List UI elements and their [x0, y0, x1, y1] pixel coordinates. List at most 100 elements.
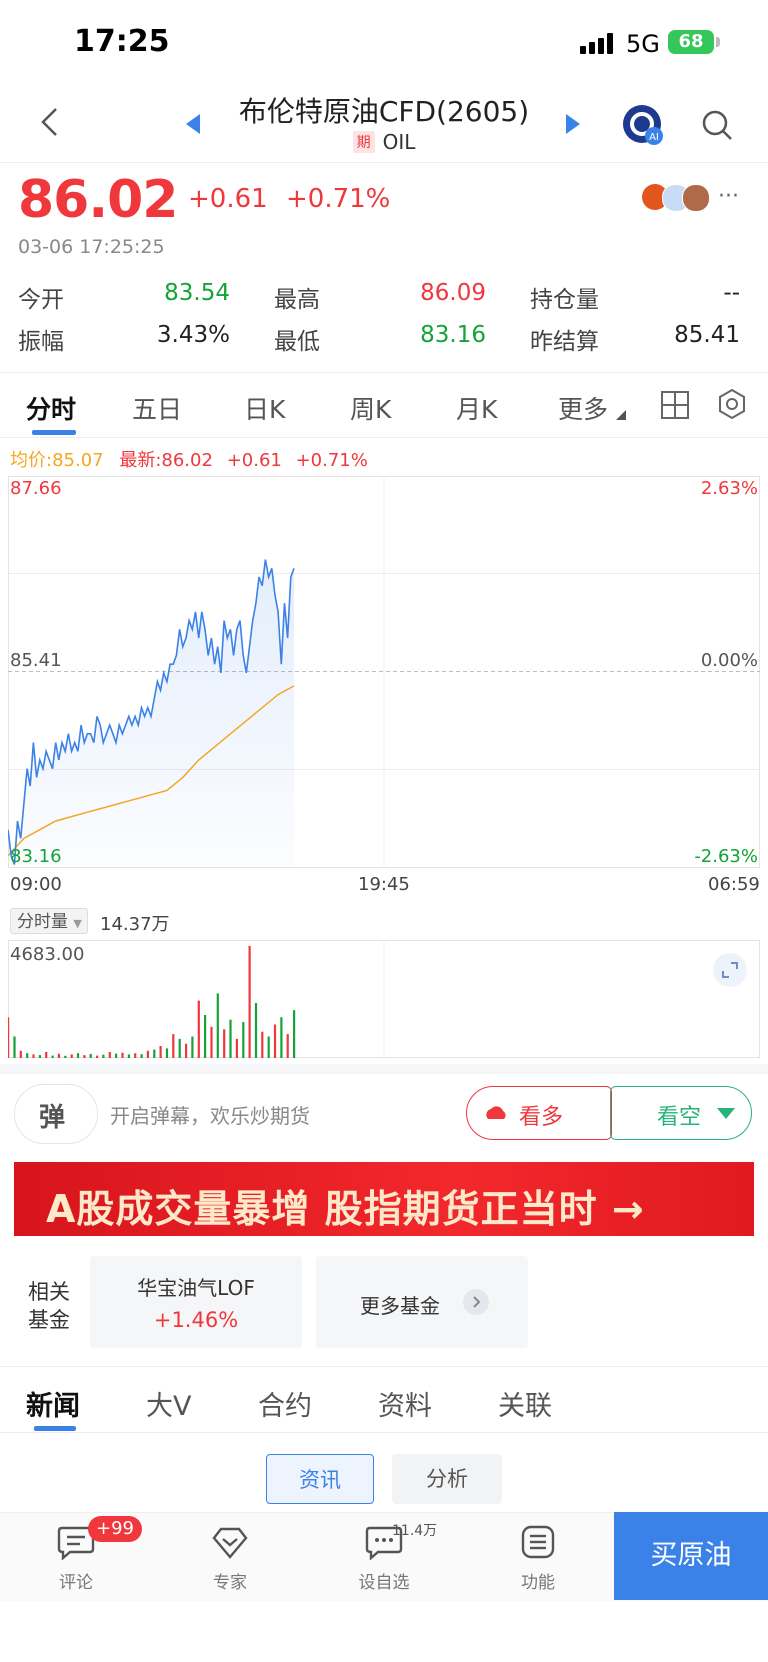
function-button[interactable]: 功能: [488, 1524, 588, 1593]
tab-monthly-k[interactable]: 月K: [456, 390, 497, 426]
bearish-button[interactable]: 看空: [610, 1086, 752, 1140]
volume-bar: [286, 1034, 289, 1058]
tab-related[interactable]: 关联: [498, 1384, 552, 1423]
bearish-label: 看空: [657, 1105, 702, 1130]
volume-bar: [83, 1055, 86, 1058]
volume-max-label: 4683.00: [10, 944, 84, 965]
caret-down-icon: [616, 410, 626, 420]
caret-down-icon: ▼: [73, 917, 82, 930]
volume-bar: [210, 1026, 213, 1058]
tab-more[interactable]: 更多: [558, 390, 608, 426]
volume-bar: [159, 1046, 162, 1058]
y-tick-left-mid: 85.41: [10, 650, 62, 671]
expert-icon: [212, 1527, 248, 1559]
next-contract-icon[interactable]: [564, 114, 580, 134]
svg-text:AI: AI: [649, 132, 659, 143]
tab-big-v[interactable]: 大V: [146, 1384, 191, 1423]
buy-crude-button[interactable]: 买原油: [614, 1512, 768, 1600]
heart-down-icon: [717, 1108, 735, 1119]
tab-contract[interactable]: 合约: [258, 1384, 312, 1423]
more-funds-card[interactable]: 更多基金: [316, 1256, 528, 1348]
layout-grid-icon[interactable]: [660, 390, 690, 420]
comment-count-badge: +99: [88, 1516, 142, 1542]
stat-value-low: 83.16: [420, 322, 486, 348]
ai-assistant-icon[interactable]: AI: [622, 104, 666, 146]
bullish-button[interactable]: 看多: [466, 1086, 612, 1140]
expert-button[interactable]: 专家: [180, 1524, 280, 1593]
tab-active-indicator: [32, 430, 76, 435]
volume-bar: [172, 1034, 175, 1058]
volume-bar: [51, 1055, 54, 1058]
volume-bar: [115, 1053, 118, 1058]
settings-icon[interactable]: [716, 388, 748, 420]
volume-bar: [146, 1050, 149, 1058]
y-tick-left-top: 87.66: [10, 478, 62, 499]
contract-code: OIL: [382, 130, 416, 154]
y-tick-right-top: 2.63%: [701, 478, 758, 499]
danmu-toggle[interactable]: 弹: [14, 1084, 98, 1144]
related-funds-label: 相关基金: [28, 1280, 70, 1332]
stat-label-open-interest: 持仓量: [530, 287, 599, 313]
subtab-analysis[interactable]: 分析: [392, 1454, 502, 1504]
x-tick-start: 09:00: [10, 874, 62, 895]
stat-value-open: 83.54: [164, 280, 230, 306]
tab-profile[interactable]: 资料: [378, 1384, 432, 1423]
y-tick-left-bottom: 83.16: [10, 846, 62, 867]
tab-daily-k[interactable]: 日K: [244, 390, 285, 426]
x-tick-mid: 19:45: [358, 874, 410, 895]
volume-bar: [293, 1010, 296, 1058]
cloud-up-icon: [486, 1106, 506, 1119]
tab-intraday[interactable]: 分时: [26, 390, 76, 426]
volume-bar: [121, 1052, 124, 1058]
futures-badge: 期: [352, 131, 375, 153]
network-type: 5G: [626, 30, 660, 58]
volume-bar: [8, 1017, 10, 1058]
volume-selector[interactable]: 分时量 ▼: [10, 908, 88, 934]
status-time: 17:25: [74, 24, 170, 59]
quote-time: 03-06 17:25:25: [18, 236, 165, 258]
divider: [0, 1366, 768, 1367]
section-divider: [0, 1064, 768, 1074]
volume-bar: [76, 1053, 80, 1058]
volume-bar: [267, 1036, 270, 1058]
legend-latest: 最新:86.02: [119, 450, 213, 471]
volume-bar: [242, 1022, 245, 1058]
expert-label: 专家: [213, 1573, 247, 1593]
battery-cap: [716, 37, 720, 47]
search-icon[interactable]: [700, 108, 734, 142]
stat-label-open: 今开: [18, 287, 64, 313]
watchlist-label: 设自选: [358, 1573, 410, 1593]
expand-icon[interactable]: [712, 952, 748, 988]
volume-bar: [178, 1038, 181, 1058]
volume-bar: [153, 1049, 156, 1058]
volume-bar: [64, 1055, 67, 1058]
signal-icon: [580, 33, 613, 54]
stat-value-open-interest: --: [723, 280, 740, 306]
divider: [0, 1432, 768, 1433]
x-tick-end: 06:59: [708, 874, 760, 895]
stat-value-amplitude: 3.43%: [156, 322, 230, 348]
fund-name: 华宝油气LOF: [137, 1276, 255, 1300]
fund-card[interactable]: 华宝油气LOF +1.46%: [90, 1256, 302, 1348]
danmu-placeholder[interactable]: 开启弹幕，欢乐炒期货: [110, 1100, 310, 1129]
volume-bar: [140, 1054, 143, 1058]
volume-bar: [70, 1054, 73, 1058]
volume-chart[interactable]: 4683.00: [8, 940, 760, 1058]
tab-five-day[interactable]: 五日: [132, 390, 182, 426]
stat-value-high: 86.09: [420, 280, 486, 306]
subtab-info[interactable]: 资讯: [266, 1454, 374, 1504]
intraday-price-chart[interactable]: 87.66 85.41 83.16 2.63% 0.00% -2.63%: [8, 476, 760, 868]
volume-bar: [248, 946, 251, 1058]
volume-bar: [165, 1048, 169, 1058]
volume-bar: [134, 1053, 137, 1058]
tab-weekly-k[interactable]: 周K: [350, 390, 391, 426]
news-tab-indicator: [34, 1426, 76, 1431]
stat-label-high: 最高: [274, 287, 320, 313]
volume-bar: [45, 1052, 48, 1058]
tab-news[interactable]: 新闻: [26, 1384, 80, 1423]
volume-bar: [26, 1053, 29, 1058]
legend-change-pct: +0.71%: [295, 450, 368, 471]
price-change-pct: +0.71%: [286, 184, 391, 214]
more-options-icon[interactable]: ···: [718, 184, 739, 209]
volume-selector-label: 分时量: [17, 912, 68, 932]
